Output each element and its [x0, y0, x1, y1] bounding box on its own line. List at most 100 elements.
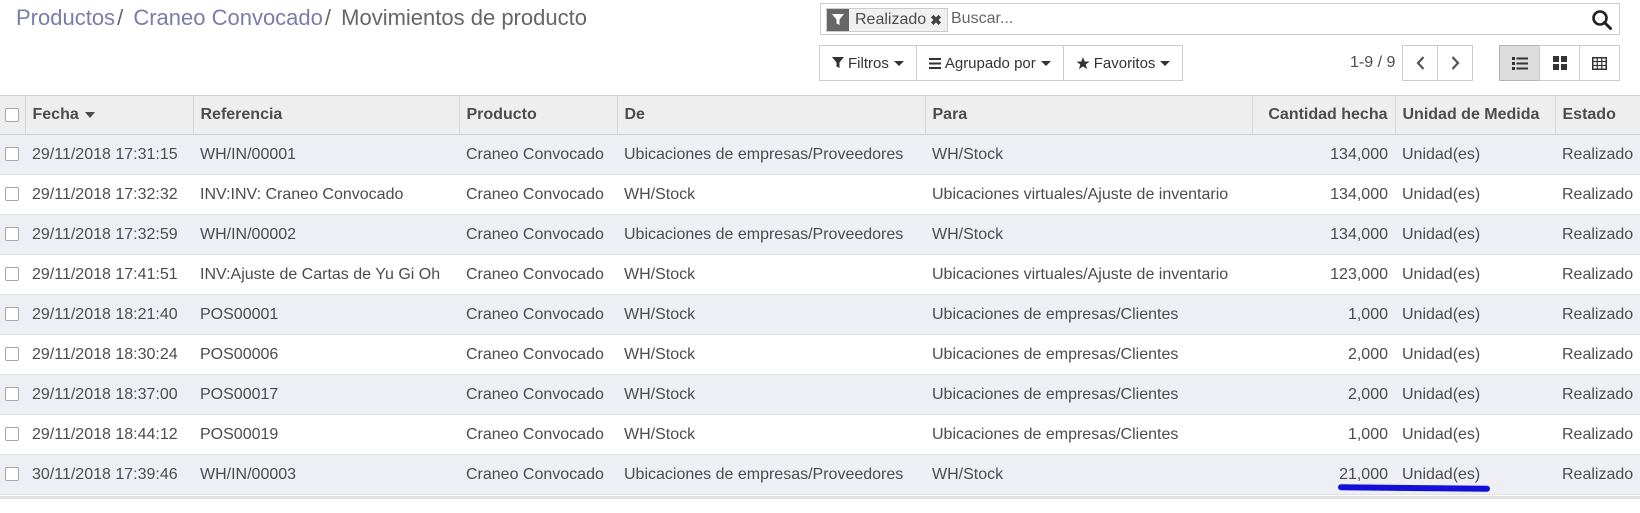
- cell-fecha: 29/11/2018 17:41:51: [25, 254, 193, 295]
- cell-de: Ubicaciones de empresas/Proveedores: [617, 454, 925, 495]
- table-row[interactable]: 29/11/2018 18:37:00 POS00017 Craneo Convoc…: [0, 374, 1640, 415]
- cell-producto: Craneo Convocado: [459, 174, 617, 215]
- select-all-checkbox[interactable]: [5, 107, 19, 122]
- cell-estado: Realizado: [1555, 214, 1640, 255]
- cell-cantidad: 1,000: [1252, 294, 1395, 335]
- breadcrumb-item-productos[interactable]: Productos: [16, 5, 115, 30]
- bars-icon: [928, 57, 941, 69]
- cell-cantidad: 2,000: [1252, 374, 1395, 415]
- cell-para: Ubicaciones de empresas/Clientes: [925, 334, 1252, 375]
- cell-fecha: 29/11/2018 18:44:12: [25, 414, 193, 455]
- favorites-label: Favoritos: [1093, 54, 1156, 72]
- row-checkbox[interactable]: [5, 147, 19, 162]
- cell-de: WH/Stock: [617, 294, 925, 335]
- kanban-view-button[interactable]: [1539, 45, 1580, 81]
- cell-de: WH/Stock: [617, 174, 925, 215]
- close-icon[interactable]: ✖: [930, 9, 947, 31]
- column-header-producto[interactable]: Producto: [458, 95, 617, 135]
- breadcrumb-item-craneo-convocado[interactable]: Craneo Convocado: [133, 5, 323, 30]
- cell-fecha: 29/11/2018 17:32:32: [25, 174, 193, 215]
- row-select-cell: [0, 414, 25, 455]
- table-row[interactable]: 29/11/2018 18:30:24 POS00006 Craneo Convoc…: [0, 334, 1640, 375]
- search-bar: Realizado ✖: [820, 3, 1620, 35]
- breadcrumb-separator: /: [324, 5, 332, 30]
- cell-producto: Craneo Convocado: [459, 254, 617, 295]
- favorites-button[interactable]: Favoritos: [1062, 45, 1184, 81]
- row-checkbox[interactable]: [5, 387, 19, 402]
- row-select-cell: [0, 174, 25, 215]
- column-header-referencia[interactable]: Referencia: [192, 95, 459, 135]
- chevron-left-icon: [1416, 56, 1425, 70]
- row-checkbox[interactable]: [5, 467, 19, 482]
- list-view-icon: [1511, 56, 1528, 70]
- kanban-view-icon: [1552, 56, 1567, 70]
- pager-value[interactable]: 1-9 / 9: [1350, 54, 1395, 72]
- cell-unidad: Unidad(es): [1395, 414, 1555, 455]
- cell-para: Ubicaciones virtuales/Ajuste de inventar…: [925, 174, 1252, 215]
- cell-unidad: Unidad(es): [1395, 374, 1555, 415]
- row-select-cell: [0, 334, 25, 375]
- table-row[interactable]: 29/11/2018 18:21:40 POS00001 Craneo Convoc…: [0, 294, 1640, 335]
- row-checkbox[interactable]: [5, 267, 19, 282]
- table-row[interactable]: 29/11/2018 17:32:32 INV:INV: Craneo Convo…: [0, 174, 1640, 215]
- cell-producto: Craneo Convocado: [459, 214, 617, 255]
- cell-de: WH/Stock: [617, 254, 925, 295]
- pager-previous-button[interactable]: [1402, 45, 1439, 81]
- cell-cantidad: 134,000: [1252, 134, 1395, 175]
- filter-icon: [832, 57, 844, 69]
- row-checkbox[interactable]: [5, 347, 19, 362]
- cell-estado: Realizado: [1555, 374, 1640, 415]
- cell-referencia: POS00001: [193, 294, 459, 335]
- filters-button[interactable]: Filtros: [819, 45, 917, 81]
- column-header-fecha[interactable]: Fecha: [24, 95, 193, 135]
- cell-producto: Craneo Convocado: [459, 334, 617, 375]
- list-view-button[interactable]: [1499, 45, 1540, 81]
- cell-de: Ubicaciones de empresas/Proveedores: [617, 134, 925, 175]
- row-checkbox[interactable]: [5, 187, 19, 202]
- column-header-cantidad[interactable]: Cantidad hecha: [1251, 95, 1395, 135]
- cell-producto: Craneo Convocado: [459, 134, 617, 175]
- row-checkbox[interactable]: [5, 307, 19, 322]
- breadcrumb: Productos/ Craneo Convocado/ Movimientos…: [16, 5, 587, 31]
- cell-fecha: 29/11/2018 18:21:40: [25, 294, 193, 335]
- column-header-estado[interactable]: Estado: [1554, 95, 1640, 135]
- table-row[interactable]: 29/11/2018 17:31:15 WH/IN/00001 Craneo Con…: [0, 134, 1640, 175]
- cell-producto: Craneo Convocado: [459, 414, 617, 455]
- view-switcher: [1499, 45, 1620, 81]
- row-select-cell: [0, 254, 25, 295]
- cell-referencia: WH/IN/00001: [193, 134, 459, 175]
- star-icon: [1076, 56, 1090, 70]
- cell-referencia: WH/IN/00002: [193, 214, 459, 255]
- search-input[interactable]: [951, 8, 1571, 30]
- search-icon[interactable]: [1591, 9, 1613, 31]
- pager-next-button[interactable]: [1437, 45, 1474, 81]
- row-select-cell: [0, 214, 25, 255]
- column-header-de[interactable]: De: [616, 95, 925, 135]
- cell-referencia: INV:Ajuste de Cartas de Yu Gi Oh: [193, 254, 459, 295]
- table-header-row: Fecha Referencia Producto De Para Cantid…: [0, 95, 1640, 135]
- grid-view-button[interactable]: [1579, 45, 1620, 81]
- caret-down-icon: [1160, 60, 1171, 66]
- table-row[interactable]: 29/11/2018 17:41:51 INV:Ajuste de Cartas …: [0, 254, 1640, 295]
- column-header-para[interactable]: Para: [924, 95, 1252, 135]
- filters-label: Filtros: [848, 54, 889, 72]
- cell-producto: Craneo Convocado: [459, 294, 617, 335]
- cell-estado: Realizado: [1555, 334, 1640, 375]
- table-row[interactable]: 29/11/2018 17:32:59 WH/IN/00002 Craneo Con…: [0, 214, 1640, 255]
- groupby-button[interactable]: Agrupado por: [915, 45, 1064, 81]
- chevron-right-icon: [1451, 56, 1460, 70]
- cell-unidad: Unidad(es): [1395, 134, 1555, 175]
- cell-estado: Realizado: [1555, 254, 1640, 295]
- cell-producto: Craneo Convocado: [459, 374, 617, 415]
- table-row[interactable]: 29/11/2018 18:44:12 POS00019 Craneo Convoc…: [0, 414, 1640, 455]
- row-select-cell: [0, 374, 25, 415]
- cell-referencia: POS00019: [193, 414, 459, 455]
- row-checkbox[interactable]: [5, 227, 19, 242]
- cell-referencia: INV:INV: Craneo Convocado: [193, 174, 459, 215]
- column-header-unidad[interactable]: Unidad de Medida: [1394, 95, 1555, 135]
- search-facet[interactable]: Realizado ✖: [826, 8, 948, 32]
- cell-fecha: 30/11/2018 17:39:46: [25, 454, 193, 495]
- row-checkbox[interactable]: [5, 427, 19, 442]
- cell-cantidad: 2,000: [1252, 334, 1395, 375]
- grid-view-icon: [1592, 56, 1607, 70]
